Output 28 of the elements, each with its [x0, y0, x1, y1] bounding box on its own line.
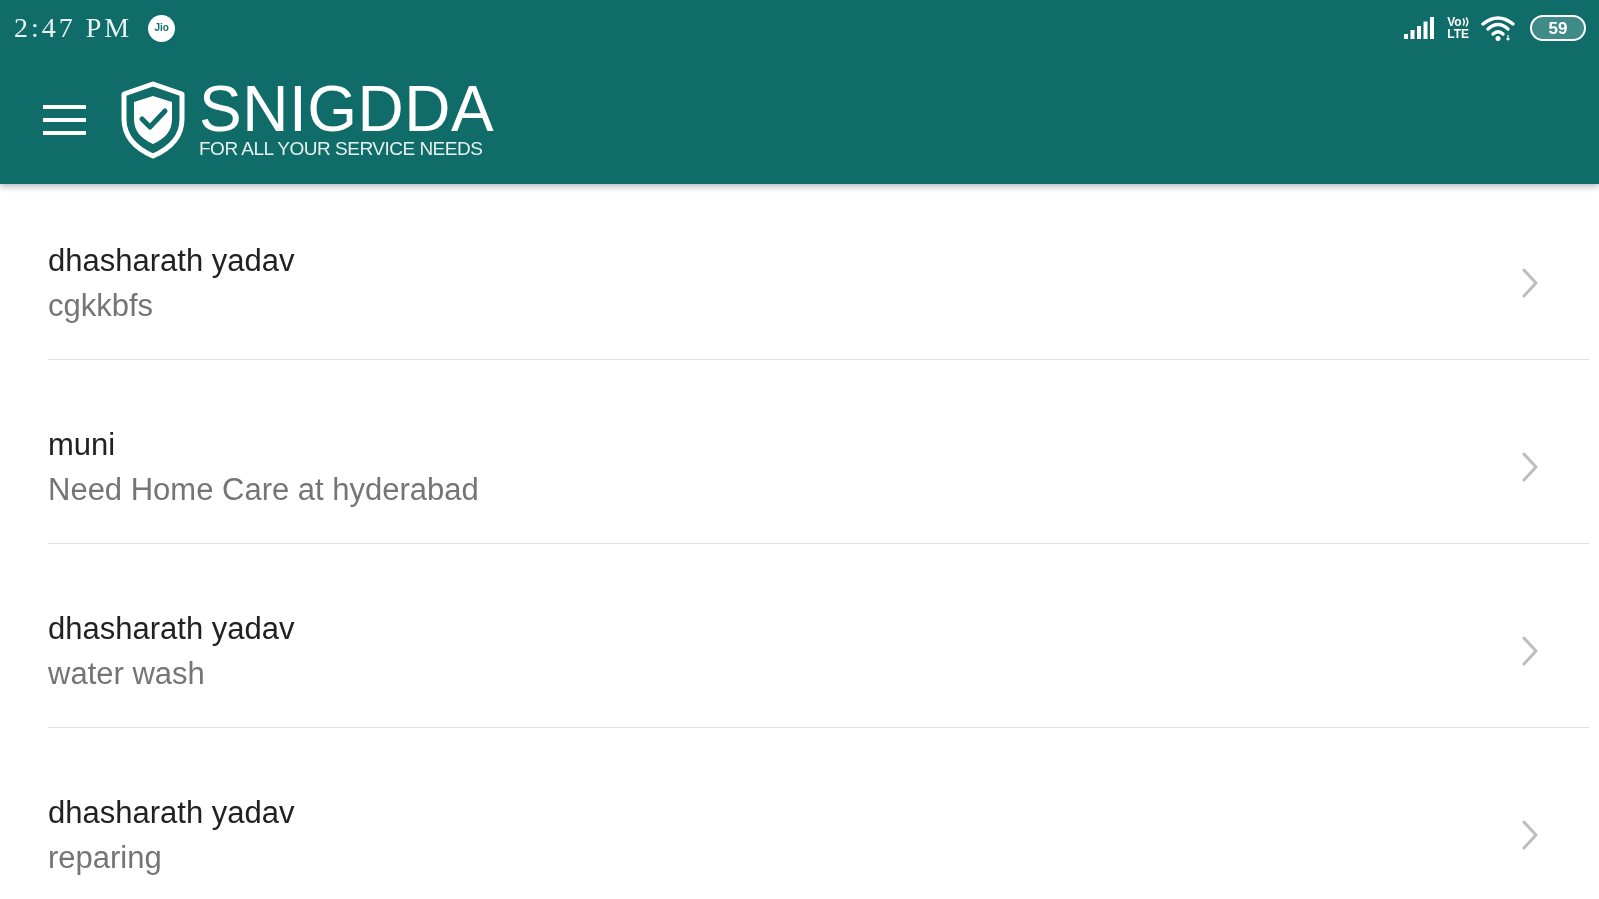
- list-item-subtitle: Need Home Care at hyderabad: [48, 471, 479, 509]
- chevron-right-icon: [1522, 820, 1538, 850]
- carrier-badge: Jio: [148, 14, 176, 42]
- list-item[interactable]: dhasharath yadav cgkkbfs: [48, 184, 1589, 360]
- chevron-right-icon: [1522, 636, 1538, 666]
- lte-text: LTE: [1447, 28, 1469, 40]
- status-time: 2:47 PM: [14, 14, 133, 42]
- chevron-right-icon: [1522, 268, 1538, 298]
- app-logo-name: SNIGDDA: [199, 80, 495, 138]
- signal-bars-icon: [1404, 17, 1436, 39]
- list-item[interactable]: dhasharath yadav reparing: [48, 728, 1589, 899]
- voice-waves-icon: [1461, 17, 1469, 27]
- battery-indicator: 59: [1530, 15, 1586, 41]
- list-item-title: dhasharath yadav: [48, 794, 295, 832]
- list-item-subtitle: reparing: [48, 839, 162, 877]
- list-item-title: dhasharath yadav: [48, 610, 295, 648]
- app-tagline: FOR ALL YOUR SERVICE NEEDS: [199, 138, 483, 160]
- wifi-icon: [1481, 15, 1516, 41]
- menu-icon: [43, 105, 86, 135]
- list-item-subtitle: cgkkbfs: [48, 287, 154, 325]
- list-item-title: muni: [48, 426, 116, 464]
- chevron-right-icon: [1522, 452, 1538, 482]
- volte-text: Vo: [1447, 16, 1462, 28]
- list-item[interactable]: muni Need Home Care at hyderabad: [48, 360, 1589, 544]
- list-item-title: dhasharath yadav: [48, 242, 295, 280]
- list-item[interactable]: dhasharath yadav water wash: [48, 544, 1589, 728]
- list-item-subtitle: water wash: [48, 655, 205, 693]
- shield-check-icon: [120, 81, 186, 159]
